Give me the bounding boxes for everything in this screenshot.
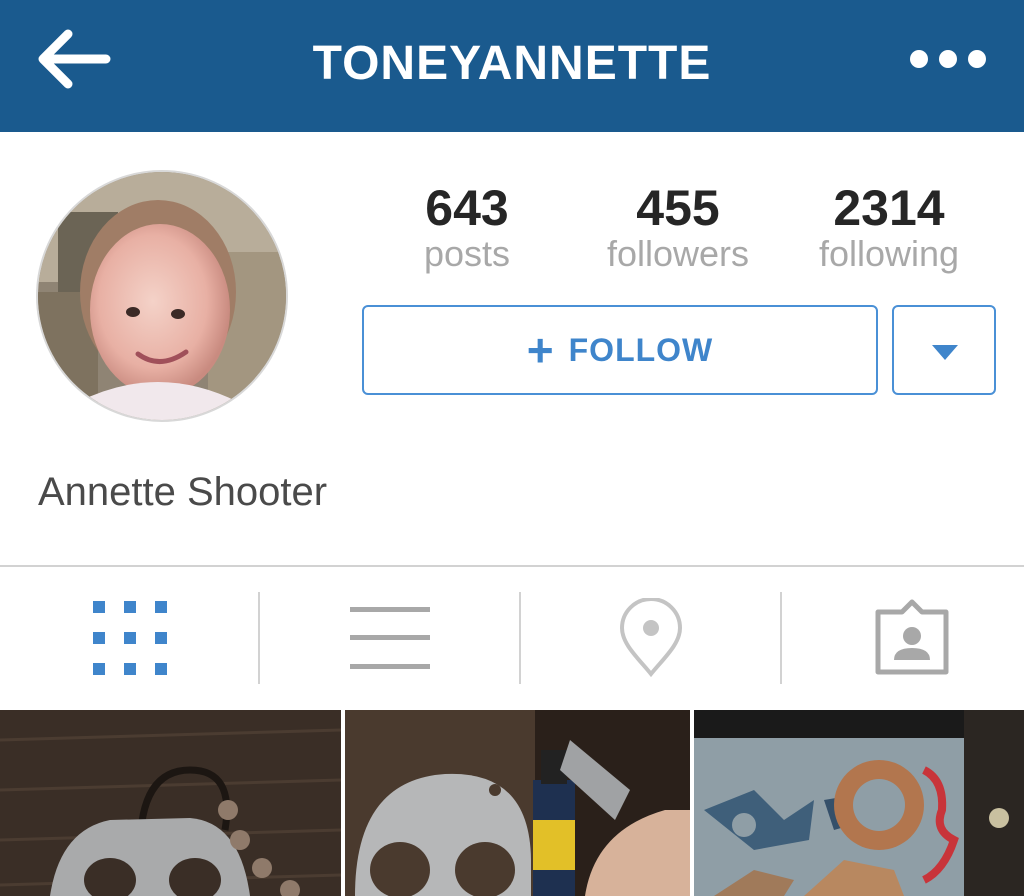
top-navigation-bar: TONEYANNETTE: [0, 0, 1024, 132]
username-title: TONEYANNETTE: [312, 37, 712, 90]
posts-label: posts: [423, 233, 511, 274]
list-icon: [350, 607, 430, 669]
plus-icon: +: [526, 324, 555, 376]
follow-button[interactable]: + FOLLOW: [362, 305, 878, 395]
grid-icon: [93, 601, 167, 675]
posts-count: 643 posts: [367, 180, 567, 274]
tagged-person-icon: [875, 599, 949, 675]
posts-number: 643: [425, 180, 509, 236]
photo-thumbnail[interactable]: [0, 710, 341, 896]
full-name: Annette Shooter: [38, 470, 328, 514]
avatar-photo: [38, 172, 286, 420]
photo-thumbnail[interactable]: [345, 710, 690, 896]
more-dots-icon: [910, 50, 986, 68]
section-divider: [0, 565, 1024, 567]
caret-down-icon: [932, 345, 958, 360]
avatar[interactable]: [36, 170, 288, 422]
photo-thumbnail[interactable]: [694, 710, 1024, 896]
tab-grid-view[interactable]: [0, 588, 260, 688]
suggested-users-dropdown-button[interactable]: [892, 305, 996, 395]
tab-photo-map[interactable]: [521, 588, 781, 688]
following-count[interactable]: 2314 following: [789, 180, 989, 274]
following-label: following: [818, 233, 960, 274]
follow-label: FOLLOW: [568, 331, 714, 368]
following-number: 2314: [833, 180, 945, 236]
followers-count[interactable]: 455 followers: [578, 180, 778, 274]
tab-tagged-photos[interactable]: [782, 588, 1024, 688]
followers-number: 455: [636, 180, 720, 236]
more-options-button[interactable]: [904, 44, 992, 74]
location-pin-icon: [619, 598, 683, 678]
tab-list-view[interactable]: [260, 588, 520, 688]
followers-label: followers: [606, 233, 750, 274]
